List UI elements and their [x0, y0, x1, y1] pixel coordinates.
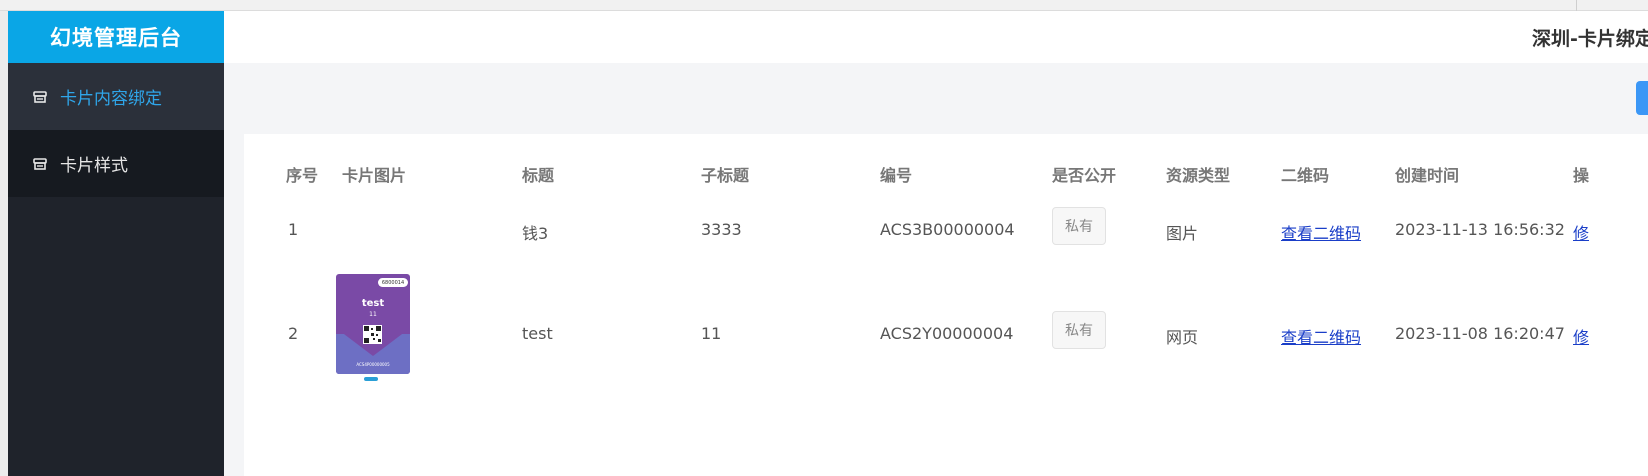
card-thumbnail-title: test [361, 298, 385, 309]
browser-divider [1576, 0, 1577, 11]
row-code: ACS2Y00000004 [880, 324, 1014, 343]
primary-action-button[interactable] [1636, 81, 1648, 115]
row-index: 1 [288, 220, 299, 239]
row-code: ACS3B00000004 [880, 220, 1015, 239]
sidebar-item-card-content-binding[interactable]: 卡片内容绑定 [8, 63, 224, 130]
column-header-code: 编号 [880, 166, 913, 185]
column-header-resource-type: 资源类型 [1166, 166, 1231, 185]
card-thumbnail-badge: 6800014 [378, 278, 408, 287]
row-created-time: 2023-11-13 16:56:32 [1395, 220, 1565, 239]
row-subtitle: 11 [701, 324, 722, 343]
column-header-title: 标题 [522, 166, 555, 185]
card-thumbnail-logo [364, 377, 378, 381]
visibility-tag: 私有 [1052, 207, 1106, 245]
row-resource-type: 图片 [1166, 224, 1199, 243]
top-bar: 深圳-卡片绑定 [224, 11, 1648, 63]
visibility-tag: 私有 [1052, 311, 1106, 349]
card-thumbnail[interactable]: 6800014 test 11 ACS4P00000005 [336, 274, 410, 374]
column-header-actions: 操 [1573, 166, 1590, 185]
data-table: 序号 卡片图片 标题 子标题 编号 是否公开 资源类型 二维码 创建时间 操 1… [244, 134, 1648, 476]
card-thumbnail-code: ACS4P00000005 [356, 362, 390, 367]
column-header-card-image: 卡片图片 [342, 166, 407, 185]
brand-title: 幻境管理后台 [8, 11, 224, 63]
store-icon [33, 157, 47, 170]
row-resource-type: 网页 [1166, 328, 1199, 347]
column-header-created: 创建时间 [1395, 166, 1460, 185]
page-title: 深圳-卡片绑定 [1532, 28, 1648, 50]
row-subtitle: 3333 [701, 220, 742, 239]
main-content: 深圳-卡片绑定 序号 卡片图片 标题 子标题 编号 是否公开 资源类型 二维码 … [224, 11, 1648, 476]
row-title: test [522, 324, 553, 343]
sidebar-item-label: 卡片样式 [60, 156, 128, 176]
column-header-public: 是否公开 [1052, 166, 1117, 185]
view-qrcode-link[interactable]: 查看二维码 [1281, 324, 1361, 348]
sidebar: 幻境管理后台 卡片内容绑定 卡片样式 [8, 11, 224, 476]
row-index: 2 [288, 324, 299, 343]
edit-link[interactable]: 修 [1573, 220, 1589, 244]
column-header-qrcode: 二维码 [1281, 166, 1330, 185]
edit-link[interactable]: 修 [1573, 324, 1589, 348]
column-header-subtitle: 子标题 [701, 166, 750, 185]
store-icon [33, 90, 47, 103]
card-thumbnail-subtitle: 11 [369, 311, 377, 318]
view-qrcode-link[interactable]: 查看二维码 [1281, 220, 1361, 244]
column-header-index: 序号 [286, 166, 319, 185]
window-left-edge [0, 11, 8, 476]
sidebar-item-label: 卡片内容绑定 [60, 89, 162, 109]
browser-top-bar [0, 0, 1648, 11]
row-title: 钱3 [522, 224, 549, 243]
qr-code-icon [363, 325, 382, 344]
row-created-time: 2023-11-08 16:20:47 [1395, 324, 1565, 343]
sidebar-item-card-style[interactable]: 卡片样式 [8, 130, 224, 197]
